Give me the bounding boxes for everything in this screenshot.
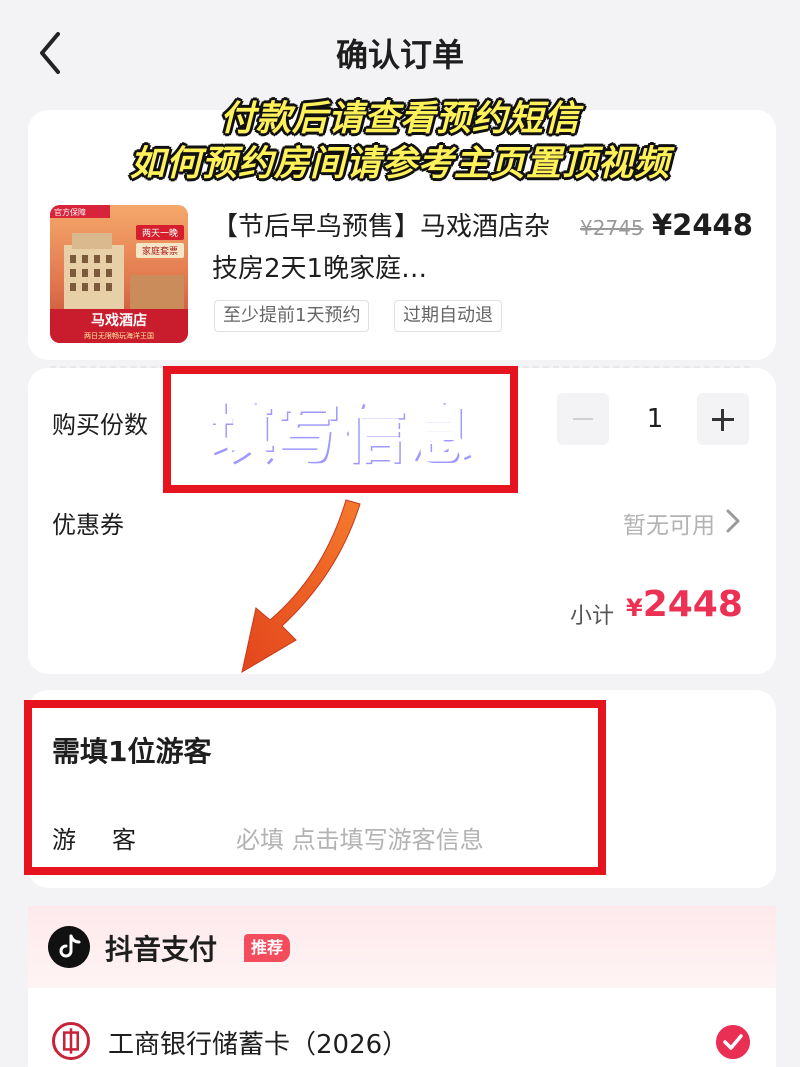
overlay-caption-line-2: 如何预约房间请参考主页置顶视频 <box>129 144 670 184</box>
quantity-minus-button[interactable] <box>557 393 609 445</box>
overlay-caption-line-1: 付款后请查看预约短信 <box>219 99 580 139</box>
coupon-label: 优惠券 <box>52 511 124 539</box>
payment-method-title: 抖音支付 <box>105 933 218 966</box>
icbc-bank-icon <box>52 1022 90 1060</box>
quantity-plus-button[interactable] <box>697 393 749 445</box>
subtotal-amount: ¥2448 <box>626 584 743 625</box>
recommend-badge: 推荐 <box>244 934 291 962</box>
chevron-right-icon[interactable] <box>724 508 742 534</box>
product-thumbnail[interactable]: 官方保障 两天一晚 家庭套票 马戏酒店 两日无限畅玩海洋王国 <box>50 205 188 343</box>
quantity-label: 购买份数 <box>52 411 148 439</box>
fill-info-overlay-text: 填写信息 <box>207 396 473 473</box>
thumb-subtitle: 两日无限畅玩海洋王国 <box>84 331 154 340</box>
bank-card-option[interactable]: 工商银行储蓄卡（2026） <box>108 1024 408 1061</box>
tag-advance-booking: 至少提前1天预约 <box>214 300 370 332</box>
subtotal-currency: ¥ <box>626 594 643 622</box>
subtotal-label: 小计 <box>570 604 615 629</box>
official-guarantee-badge: 官方保障 <box>54 207 86 217</box>
coupon-value[interactable]: 暂无可用 <box>560 506 715 540</box>
product-title[interactable]: 【节后早鸟预售】马戏酒店杂技房2天1晚家庭… <box>212 206 562 290</box>
thumb-ribbon-2: 家庭套票 <box>142 245 178 257</box>
pointer-arrow-icon <box>241 499 361 674</box>
douyin-logo-icon <box>48 926 90 968</box>
thumb-ribbon-1: 两天一晚 <box>142 228 178 239</box>
thumb-hotel-name: 马戏酒店 <box>91 312 147 329</box>
subtotal-number: 2448 <box>642 584 743 625</box>
tourist-highlight-box <box>24 700 606 875</box>
selected-check-icon[interactable] <box>716 1025 750 1059</box>
quantity-value: 1 <box>646 404 664 434</box>
page-title: 确认订单 <box>335 36 464 74</box>
original-price: ¥2745 <box>580 216 644 240</box>
tag-auto-refund: 过期自动退 <box>394 300 502 332</box>
product-price: ¥2448 <box>652 208 753 242</box>
